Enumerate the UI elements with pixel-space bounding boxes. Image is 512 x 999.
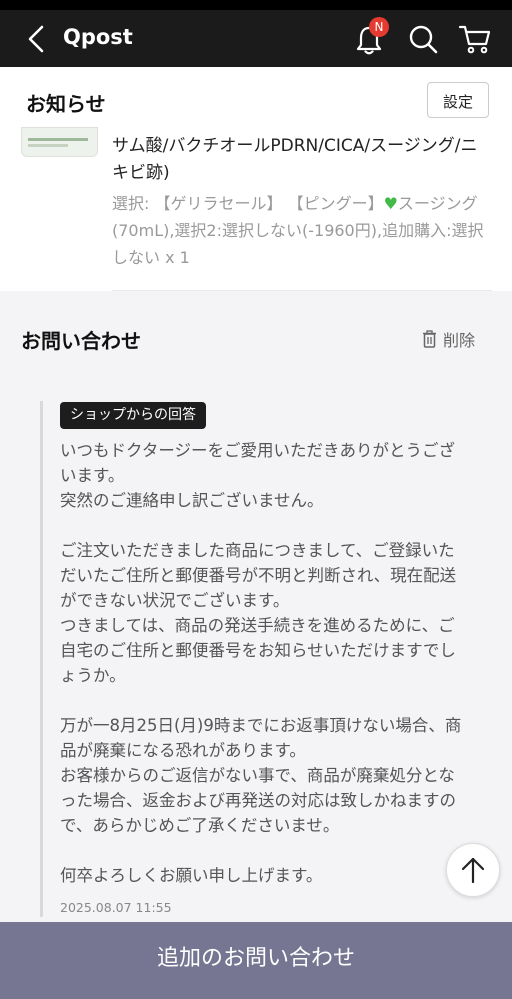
status-bar [0, 0, 512, 10]
shop-reply-tag: ショップからの回答 [60, 402, 206, 429]
inquiry-title: お問い合わせ [21, 329, 141, 353]
notification-badge: N [369, 17, 389, 37]
add-inquiry-button[interactable]: 追加のお問い合わせ [0, 922, 512, 999]
app-header: Qpost N [0, 0, 512, 67]
reply-indicator-bar [40, 401, 43, 917]
page-title: お知らせ [26, 92, 106, 116]
product-name: サム酸/バクチオールPDRN/CICA/スージング/ニキビ跡) [112, 136, 478, 183]
inquiry-section: お問い合わせ 削除 ショップからの回答 いつもドクタージーをご愛用いただきありが… [0, 291, 512, 922]
green-heart-icon: ♥ [383, 194, 398, 213]
search-icon[interactable] [407, 23, 439, 55]
delete-button[interactable]: 削除 [422, 327, 475, 351]
page-header: お知らせ 設定 [0, 67, 512, 133]
cart-icon[interactable] [458, 23, 492, 55]
arrow-up-icon [461, 857, 485, 884]
thumbnail-decoration [28, 138, 88, 141]
delete-label: 削除 [443, 331, 476, 350]
reply-date: 2025.08.07 11:55 [60, 900, 172, 915]
app-title: Qpost [63, 25, 133, 49]
product-options-prefix: 選択: 【ゲリラセール】 【ピングー】 [112, 194, 384, 213]
settings-button[interactable]: 設定 [427, 82, 489, 118]
reply-message: いつもドクタージーをご愛用いただきありがとうございます。 突然のご連絡申し訳ござ… [60, 441, 462, 885]
thumbnail-decoration [28, 144, 68, 147]
trash-icon [423, 330, 436, 348]
product-options: 選択: 【ゲリラセール】 【ピングー】♥スージング(70mL),選択2:選択しな… [112, 190, 490, 271]
product-info: サム酸/バクチオールPDRN/CICA/スージング/ニキビ跡) 選択: 【ゲリラ… [0, 127, 512, 291]
product-thumbnail[interactable] [21, 127, 98, 157]
scroll-to-top-button[interactable] [446, 843, 500, 897]
back-arrow-icon[interactable] [22, 24, 52, 54]
